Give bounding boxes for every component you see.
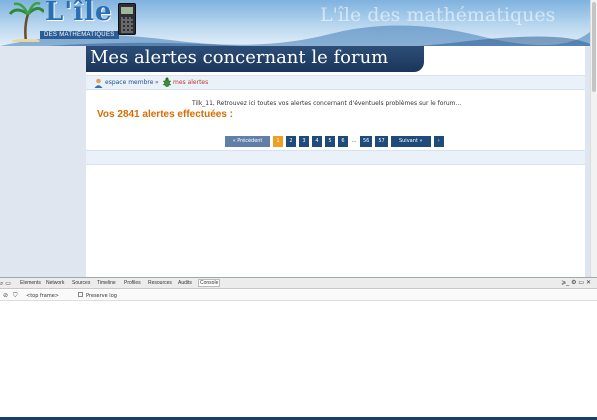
title-bar: Mes alertes concernant le forum [86, 46, 424, 72]
console-toolbar: ⊘ ⛉ <top frame> Preserve log [0, 290, 597, 301]
scrollbar-thumb[interactable] [592, 2, 596, 92]
alert-count-heading: Vos 2841 alertes effectuées : [97, 109, 234, 120]
breadcrumb-link-my-alerts[interactable]: mes alertes [173, 79, 208, 86]
banner-watermark: L'île des mathématiques [320, 4, 556, 26]
next-page-button[interactable]: Suivant » [390, 136, 431, 147]
preserve-log-checkbox[interactable] [78, 292, 83, 297]
inspect-icon[interactable]: ⌕ ▭ [0, 280, 11, 288]
filter-icon[interactable]: ⛉ [13, 292, 18, 300]
devtools-tab-bar: ⌕ ▭ Elements Network Sources Timeline Pr… [0, 278, 597, 289]
console-drawer-icon[interactable]: ⩾_ [561, 279, 569, 286]
frame-select-dropdown[interactable]: <top frame> [26, 293, 59, 299]
site-logo-subtitle: DES MATHÉMATIQUES [40, 31, 119, 39]
tab-resources[interactable]: Resources [148, 280, 172, 286]
close-icon[interactable]: ✕ [586, 279, 591, 286]
calculator-icon [118, 3, 136, 35]
page-57-button[interactable]: 57 [375, 136, 388, 147]
devtools-panel: ⌕ ▭ Elements Network Sources Timeline Pr… [0, 277, 597, 420]
breadcrumb: espace membre » mes alertes [86, 75, 585, 90]
page-6-button[interactable]: 6 [338, 136, 348, 147]
tab-console[interactable]: Console [198, 279, 221, 287]
page-4-button[interactable]: 4 [312, 136, 322, 147]
page-5-button[interactable]: 5 [325, 136, 335, 147]
tab-elements[interactable]: Elements [20, 280, 41, 286]
alert-bug-icon [162, 77, 172, 87]
preserve-log-label: Preserve log [86, 293, 117, 299]
breadcrumb-link-member-space[interactable]: espace membre [105, 79, 153, 86]
tab-network[interactable]: Network [46, 280, 64, 286]
tab-sources[interactable]: Sources [72, 280, 90, 286]
settings-gear-icon[interactable]: ⚙ [571, 279, 576, 286]
intro-text: Tilk_11, Retrouvez ici toutes vos alerte… [192, 100, 462, 107]
tab-profiles[interactable]: Profiles [124, 280, 141, 286]
tab-timeline[interactable]: Timeline [97, 280, 116, 286]
dock-icon[interactable]: ▭ [578, 279, 584, 286]
site-logo-title[interactable]: L'île [45, 0, 113, 27]
tab-audits[interactable]: Audits [178, 280, 192, 286]
main-content: Mes alertes concernant le forum espace m… [86, 46, 585, 277]
last-page-button[interactable]: › [433, 136, 444, 147]
pagination: « Précédent 1 2 3 4 5 6 ... 56 57 Suivan… [225, 136, 444, 147]
page-title: Mes alertes concernant le forum [90, 47, 389, 68]
page-scrollbar[interactable] [590, 0, 597, 277]
pagination-ellipsis: ... [351, 138, 357, 144]
footer-strip [86, 150, 585, 165]
previous-page-button[interactable]: « Précédent [225, 136, 270, 147]
page-3-button[interactable]: 3 [299, 136, 309, 147]
breadcrumb-separator: » [155, 79, 159, 86]
palm-tree-icon [8, 2, 44, 42]
member-space-icon [94, 78, 103, 88]
browser-viewport: L'île DES MATHÉMATIQUES L'île des mathém… [0, 0, 597, 277]
clear-console-icon[interactable]: ⊘ [3, 292, 8, 299]
page-1-button[interactable]: 1 [273, 136, 283, 147]
page-2-button[interactable]: 2 [286, 136, 296, 147]
page-56-button[interactable]: 56 [360, 136, 373, 147]
site-banner: L'île DES MATHÉMATIQUES L'île des mathém… [0, 0, 590, 46]
